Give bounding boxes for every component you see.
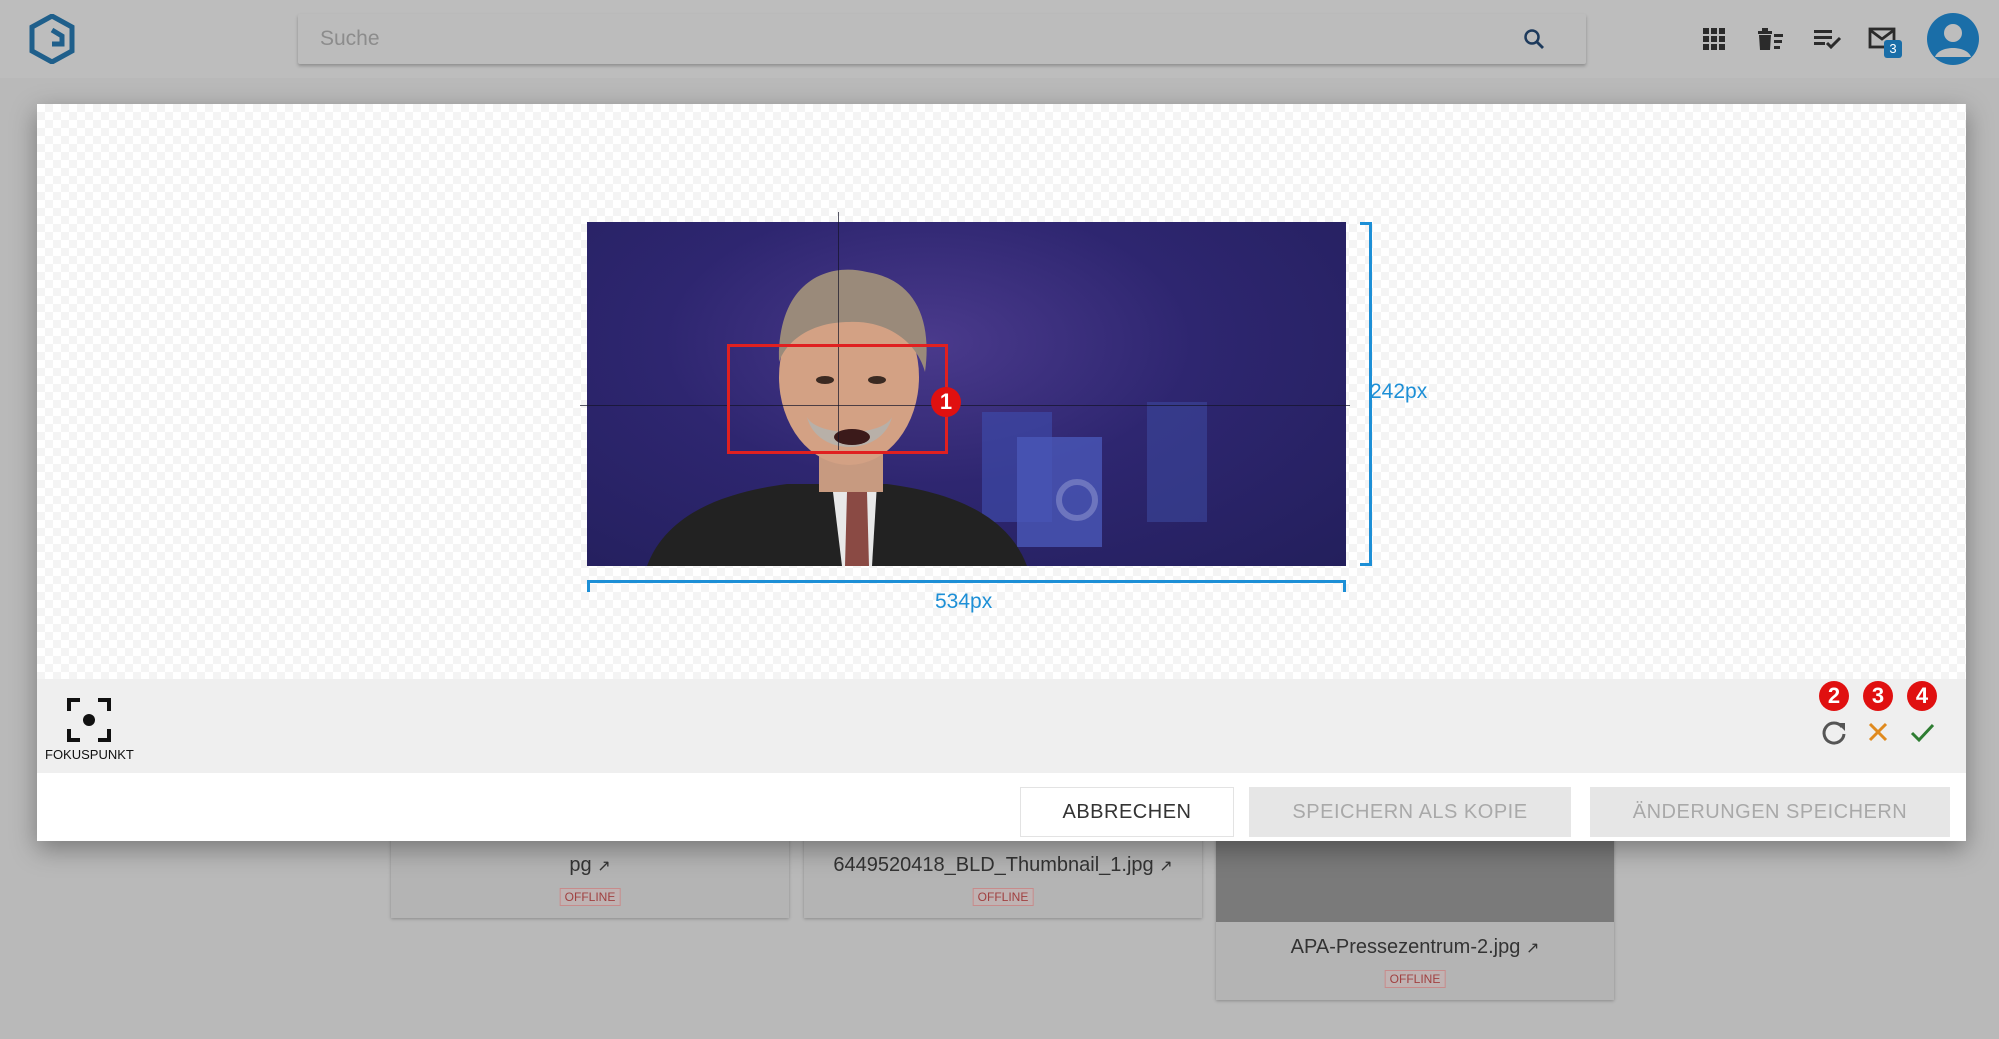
status-badge: OFFLINE <box>972 888 1034 906</box>
status-badge: OFFLINE <box>559 888 621 906</box>
search-input[interactable] <box>320 26 1500 52</box>
cancel-button[interactable]: ABBRECHEN <box>1020 787 1234 837</box>
account-icon <box>1935 24 1971 57</box>
asset-filename: pg <box>569 854 592 876</box>
focus-point-tool[interactable]: FOKUSPUNKT <box>45 691 134 771</box>
focus-crosshair-horizontal <box>580 405 1350 406</box>
asset-card[interactable]: APA-Pressezentrum-2.jpg ↗ OFFLINE <box>1216 830 1614 1000</box>
reset-icon[interactable] <box>1819 717 1849 747</box>
mail-count-badge: 3 <box>1884 40 1902 58</box>
focus-point-frame[interactable] <box>727 344 948 454</box>
asset-card[interactable]: 6449520418_BLD_Thumbnail_1.jpg ↗ OFFLINE <box>804 830 1202 918</box>
annotation-marker-4: 4 <box>1907 681 1937 711</box>
annotation-marker-2: 2 <box>1819 681 1849 711</box>
top-bar: 3 <box>0 0 1999 78</box>
save-changes-button[interactable]: ÄNDERUNGEN SPEICHERN <box>1590 787 1950 837</box>
checklist-icon[interactable] <box>1810 22 1844 56</box>
height-label: 242px <box>1370 380 1428 403</box>
image-editor-dialog: 1 534px 242px FOKUSPUNKT 2 3 4 ABBRECHEN… <box>37 104 1966 841</box>
trash-list-icon[interactable] <box>1753 22 1787 56</box>
annotation-marker-1: 1 <box>931 387 961 417</box>
discard-icon[interactable] <box>1863 717 1893 747</box>
annotation-marker-3: 3 <box>1863 681 1893 711</box>
account-avatar[interactable] <box>1927 13 1979 65</box>
search-icon[interactable] <box>1522 27 1546 51</box>
app-logo-icon[interactable] <box>28 14 76 64</box>
asset-filename: APA-Pressezentrum-2.jpg <box>1290 936 1521 958</box>
asset-filename: 6449520418_BLD_Thumbnail_1.jpg <box>833 854 1154 876</box>
search-bar <box>298 14 1586 64</box>
asset-card[interactable]: pg ↗ OFFLINE <box>391 830 789 918</box>
external-link-icon[interactable]: ↗ <box>597 858 610 875</box>
focus-point-label: FOKUSPUNKT <box>45 747 134 762</box>
asset-thumbnail <box>1216 830 1614 922</box>
focus-point-icon <box>67 698 111 742</box>
editor-toolbar: FOKUSPUNKT 2 3 4 <box>37 679 1966 773</box>
status-badge: OFFLINE <box>1384 970 1446 988</box>
edited-image[interactable] <box>587 222 1346 566</box>
apply-icon[interactable] <box>1907 717 1937 747</box>
editor-canvas: 1 534px 242px <box>37 104 1966 679</box>
external-link-icon[interactable]: ↗ <box>1159 858 1172 875</box>
apps-grid-icon[interactable] <box>1697 22 1731 56</box>
save-as-copy-button[interactable]: SPEICHERN ALS KOPIE <box>1249 787 1571 837</box>
external-link-icon[interactable]: ↗ <box>1526 940 1539 957</box>
width-label: 534px <box>935 590 993 613</box>
dialog-footer: ABBRECHEN SPEICHERN ALS KOPIE ÄNDERUNGEN… <box>37 773 1966 841</box>
